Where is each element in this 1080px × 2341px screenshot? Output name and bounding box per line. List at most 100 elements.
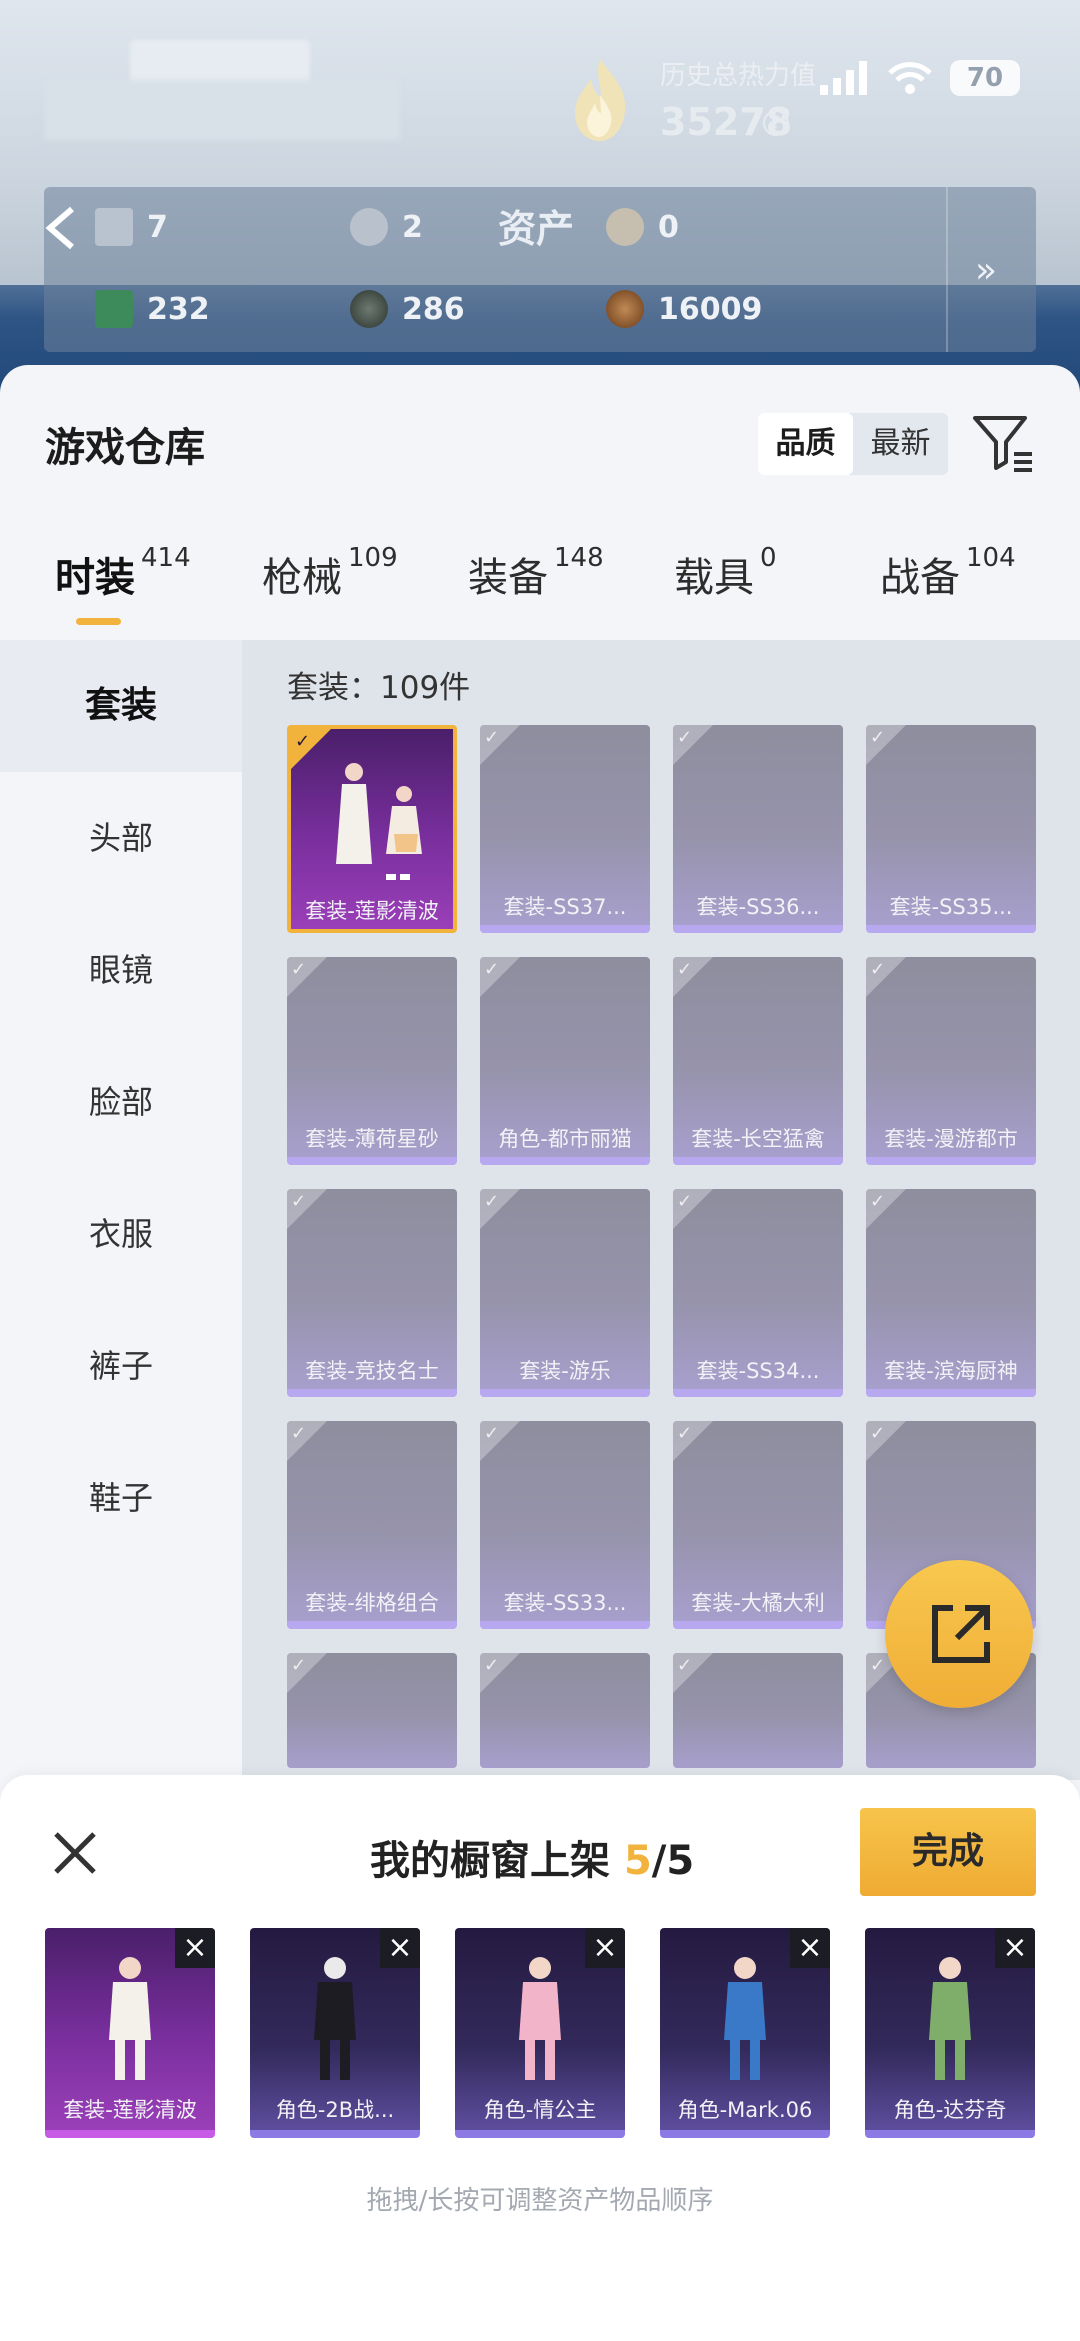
coin-gold-icon <box>606 208 644 246</box>
check-icon: ✓ <box>484 1423 500 1444</box>
showcase-item-name: 套装-莲影清波 <box>63 2098 197 2122</box>
grid-item-name: 套装-SS37... <box>503 895 627 919</box>
grid-item[interactable]: ✓ 套装-SS35... <box>866 725 1036 933</box>
assets-title: 资产 <box>498 207 575 251</box>
showcase-item[interactable]: × 角色-2B战... <box>250 1928 420 2138</box>
grid-item[interactable]: ✓ 套装-SS37... <box>480 725 650 933</box>
grid-item[interactable]: ✓ <box>480 1653 650 1768</box>
grid-item[interactable]: ✓ <box>287 1653 457 1768</box>
sidebar-item-face[interactable]: 脸部 <box>0 1036 242 1168</box>
asset-gold: 0 <box>606 208 679 246</box>
sort-quality-button[interactable]: 品质 <box>758 413 853 475</box>
showcase-title-text: 我的橱窗上架 <box>370 1838 624 1884</box>
asset-dark-coin: 286 <box>350 290 465 328</box>
tab-vehicles[interactable]: 载具 0 <box>674 543 777 603</box>
filter-icon[interactable] <box>970 410 1035 475</box>
check-icon: ✓ <box>291 959 307 980</box>
grid-item[interactable]: ✓ <box>673 1653 843 1768</box>
grid-item[interactable]: ✓ 套装-莲影清波 <box>287 725 457 933</box>
remove-icon[interactable]: × <box>790 1928 830 1968</box>
remove-icon[interactable]: × <box>585 1928 625 1968</box>
check-icon: ✓ <box>484 959 500 980</box>
check-icon: ✓ <box>291 1191 307 1212</box>
help-icon[interactable]: ? <box>763 110 789 136</box>
flame-icon <box>575 59 626 141</box>
grid-item-name: 套装-薄荷星砂 <box>305 1127 439 1151</box>
showcase-current-count: 5 <box>623 1838 652 1884</box>
asset-green-card: 232 <box>95 290 210 328</box>
username-blurred <box>45 80 400 140</box>
check-icon: ✓ <box>484 1655 500 1676</box>
character-figure <box>724 1957 766 2080</box>
bronze-coin-icon <box>606 290 644 328</box>
asset-bronze-coin-value: 16009 <box>658 291 763 327</box>
assets-more-icon[interactable]: » <box>975 250 997 291</box>
asset-dark-coin-value: 286 <box>402 291 465 327</box>
grid-item-name: 套装-SS34... <box>696 1359 820 1383</box>
grid-item[interactable]: ✓ 套装-SS34... <box>673 1189 843 1397</box>
outfit-figure <box>336 763 422 880</box>
grid-item[interactable]: ✓ 套装-SS36... <box>673 725 843 933</box>
grid-item[interactable]: ✓ 角色-都市丽猫 <box>480 957 650 1165</box>
grid-item[interactable]: ✓ 套装-漫游都市 <box>866 957 1036 1165</box>
share-icon <box>932 1605 990 1663</box>
sidebar-item-clothes[interactable]: 衣服 <box>0 1168 242 1300</box>
check-icon: ✓ <box>870 1423 886 1444</box>
category-tabs: 时装 414 枪械 109 装备 148 载具 0 战备 104 <box>0 543 1080 640</box>
asset-ticket-value: 7 <box>147 209 168 245</box>
grid-item-name: 套装-莲影清波 <box>305 899 439 923</box>
tab-fashion[interactable]: 时装 414 <box>55 543 191 603</box>
grid-item-name: 套装-绯格组合 <box>305 1591 439 1615</box>
grid-item[interactable]: ✓ 套装-薄荷星砂 <box>287 957 457 1165</box>
grid-item[interactable]: ✓ 套装-绯格组合 <box>287 1421 457 1629</box>
showcase-item[interactable]: × 套装-莲影清波 <box>45 1928 215 2138</box>
grid-item[interactable]: ✓ 套装-滨海厨神 <box>866 1189 1036 1397</box>
showcase-item[interactable]: × 角色-情公主 <box>455 1928 625 2138</box>
grid-item-name: 套装-长空猛禽 <box>691 1127 825 1151</box>
tab-supplies[interactable]: 战备 104 <box>880 543 1016 603</box>
showcase-item-name: 角色-Mark.06 <box>677 2098 813 2122</box>
warehouse-title: 游戏仓库 <box>45 425 205 471</box>
sidebar-item-shoes[interactable]: 鞋子 <box>0 1432 242 1564</box>
tab-guns[interactable]: 枪械 109 <box>262 543 398 603</box>
dark-coin-icon <box>350 290 388 328</box>
showcase-total-count: /5 <box>651 1838 695 1884</box>
tab-count: 104 <box>966 543 1016 573</box>
showcase-item-name: 角色-2B战... <box>275 2098 395 2122</box>
sort-latest-button[interactable]: 最新 <box>853 413 948 475</box>
check-icon: ✓ <box>484 727 500 748</box>
done-button[interactable]: 完成 <box>860 1808 1036 1896</box>
grid-item[interactable]: ✓ 套装-游乐 <box>480 1189 650 1397</box>
sidebar-item-glasses[interactable]: 眼镜 <box>0 904 242 1036</box>
grid-item[interactable]: ✓ 套装-大橘大利 <box>673 1421 843 1629</box>
check-icon: ✓ <box>291 1423 307 1444</box>
tab-count: 109 <box>348 543 398 573</box>
grid-item-name: 套装-SS33... <box>503 1591 627 1615</box>
remove-icon[interactable]: × <box>175 1928 215 1968</box>
sidebar-item-pants[interactable]: 裤子 <box>0 1300 242 1432</box>
grid-item[interactable]: ✓ 套装-SS33... <box>480 1421 650 1629</box>
grid-item[interactable]: ✓ 套装-长空猛禽 <box>673 957 843 1165</box>
remove-icon[interactable]: × <box>995 1928 1035 1968</box>
back-icon[interactable] <box>42 205 82 251</box>
check-icon: ✓ <box>677 959 693 980</box>
close-icon[interactable] <box>52 1830 98 1876</box>
green-card-icon <box>95 290 133 328</box>
showcase-item-name: 角色-达芬奇 <box>893 2098 1007 2122</box>
showcase-item[interactable]: × 角色-达芬奇 <box>865 1928 1035 2138</box>
showcase-item[interactable]: × 角色-Mark.06 <box>660 1928 830 2138</box>
ticket-icon <box>95 208 133 246</box>
tab-count: 148 <box>554 543 604 573</box>
share-fab-button[interactable] <box>885 1560 1033 1708</box>
wifi-icon <box>888 62 932 94</box>
status-bar: 70 <box>820 60 1020 96</box>
asset-ticket: 7 <box>95 208 168 246</box>
reorder-hint: 拖拽/长按可调整资产物品顺序 <box>366 2186 714 2216</box>
grid-item[interactable]: ✓ 套装-竞技名士 <box>287 1189 457 1397</box>
sidebar-item-head[interactable]: 头部 <box>0 772 242 904</box>
battery-indicator: 70 <box>950 60 1020 96</box>
character-figure <box>519 1957 561 2080</box>
remove-icon[interactable]: × <box>380 1928 420 1968</box>
tab-equipment[interactable]: 装备 148 <box>468 543 604 603</box>
sidebar-item-suit[interactable]: 套装 <box>0 640 242 772</box>
